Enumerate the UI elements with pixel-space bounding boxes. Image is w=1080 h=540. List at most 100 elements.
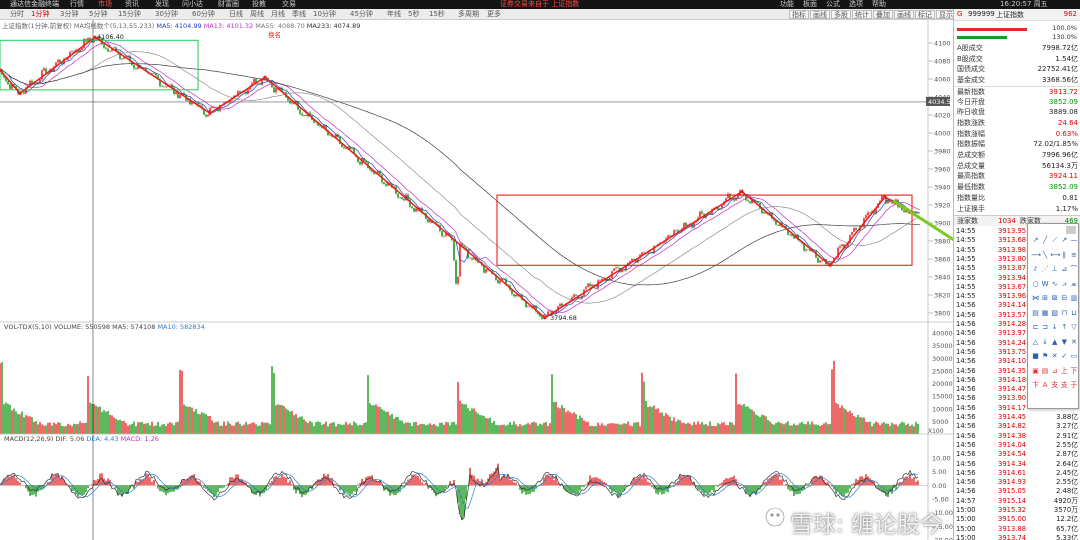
draw-tool-icon[interactable]: ↑ <box>1060 323 1069 332</box>
draw-tool-icon[interactable]: ↓ <box>1041 338 1050 347</box>
draw-tool-icon[interactable]: ⊿ <box>1050 367 1059 376</box>
draw-tool-icon[interactable]: ⩘ <box>1060 280 1069 289</box>
draw-tool-icon[interactable]: ↗ <box>1031 236 1040 245</box>
period-tab[interactable]: 30分钟 <box>153 9 180 19</box>
drawing-toolbox[interactable]: ↗ ╱ ⟋ ↗ — ⟶ ╲ ⟷ ∥ ≡ ⫽ ⋰ ⊥ ⊿ ⌒ ○ W ∿ ⩘ ⩕ ⋈ ⊞ ⊠ ⊟ ▥ ▤ ▦ ▧ ⊓ ⊔ ⊏ ⊐ ↓ ↑ ▽ △ ↓ ▲ ▼ ✕… <box>1027 223 1079 409</box>
draw-tool-icon[interactable]: ╲ <box>1041 251 1050 260</box>
draw-tool-icon[interactable]: 支 <box>1050 381 1059 390</box>
draw-tool-icon[interactable]: ⊿ <box>1060 265 1069 274</box>
menu-item[interactable]: 行情 <box>70 0 84 9</box>
draw-tool-icon[interactable]: ⟶ <box>1031 251 1041 260</box>
draw-tool-icon[interactable]: ▤ <box>1041 367 1050 376</box>
draw-tool-icon[interactable]: A <box>1041 381 1050 390</box>
draw-tool-icon[interactable]: ✕ <box>1069 338 1078 347</box>
draw-tool-icon[interactable]: 于 <box>1069 381 1078 390</box>
draw-tool-icon[interactable]: ⌒ <box>1069 265 1078 274</box>
period-tab[interactable]: 分时 <box>8 9 26 19</box>
draw-tool-icon[interactable]: 支 <box>1060 381 1069 390</box>
draw-tool-icon[interactable]: ⊔ <box>1069 309 1078 318</box>
period-tab[interactable]: 月线 <box>269 9 287 19</box>
period-tab[interactable]: 15分钟 <box>116 9 143 19</box>
draw-tool-icon[interactable]: ⫽ <box>1031 265 1040 274</box>
toolbar-button[interactable]: 叠加 <box>873 10 893 19</box>
draw-tool-icon[interactable]: ▭ <box>1069 352 1078 361</box>
draw-tool-icon[interactable]: ⋰ <box>1041 265 1050 274</box>
menu-item[interactable]: 投教 <box>252 0 266 9</box>
menu-item[interactable]: 发现 <box>155 0 169 9</box>
draw-tool-icon[interactable]: W <box>1041 280 1050 289</box>
menu-item[interactable]: 板面 <box>803 0 817 9</box>
period-tab[interactable]: 年线 <box>385 9 403 19</box>
draw-tool-icon[interactable]: ▲ <box>1050 338 1059 347</box>
draw-tool-icon[interactable]: ▦ <box>1041 309 1050 318</box>
menu-item[interactable]: 问小达 <box>182 0 203 9</box>
draw-tool-icon[interactable]: ⊥ <box>1050 265 1059 274</box>
draw-tool-icon[interactable]: ⊠ <box>1050 294 1059 303</box>
tick-time: 14:56 <box>956 338 976 347</box>
kline-chart[interactable]: 上证指数(1分钟,前复权) MA均线数个(5,13,55,233) MA5: 4… <box>0 20 953 540</box>
menu-item[interactable]: 功能 <box>780 0 794 9</box>
draw-tool-icon[interactable]: △ <box>1031 338 1040 347</box>
toolbar-button[interactable]: 指标 <box>789 10 809 19</box>
toolbar-button[interactable]: 统计 <box>852 10 872 19</box>
draw-tool-icon[interactable]: ⚑ <box>1041 352 1050 361</box>
period-tab[interactable]: 10分钟 <box>311 9 338 19</box>
menu-item[interactable]: 财富圈 <box>218 0 239 9</box>
period-tab[interactable]: 3分钟 <box>58 9 80 19</box>
draw-tool-icon[interactable]: ⋈ <box>1031 294 1040 303</box>
draw-tool-icon[interactable]: ✓ <box>1060 352 1069 361</box>
draw-tool-icon[interactable]: ↗ <box>1060 236 1069 245</box>
draw-tool-icon[interactable]: 上 <box>1060 367 1069 376</box>
candle-body <box>579 298 581 300</box>
draw-tool-icon[interactable]: ▽ <box>1069 323 1078 332</box>
menu-item[interactable]: 市场 <box>98 0 112 9</box>
draw-tool-icon[interactable]: ■ <box>1031 352 1040 361</box>
draw-tool-icon[interactable]: ⟷ <box>1050 251 1060 260</box>
toolbar-button[interactable]: 标记 <box>915 10 935 19</box>
draw-tool-icon[interactable]: ≡ <box>1069 251 1078 260</box>
draw-tool-icon[interactable]: 下 <box>1069 367 1078 376</box>
draw-tool-icon[interactable]: ∿ <box>1050 280 1059 289</box>
draw-tool-icon[interactable]: ╱ <box>1041 236 1050 245</box>
period-tab[interactable]: 多周期 <box>456 9 481 19</box>
toolbar-button[interactable]: 画线 <box>894 10 914 19</box>
draw-tool-icon[interactable]: ⊞ <box>1041 294 1050 303</box>
draw-tool-icon[interactable]: ⊐ <box>1041 323 1050 332</box>
period-tab[interactable]: 5分钟 <box>87 9 109 19</box>
period-tab[interactable]: 5秒 <box>406 9 421 19</box>
draw-tool-icon[interactable]: ▧ <box>1050 309 1059 318</box>
draw-tool-icon[interactable]: — <box>1069 236 1078 245</box>
toolbar-button[interactable]: 画线 <box>810 10 830 19</box>
menu-item[interactable]: 帮助 <box>872 0 886 9</box>
draw-tool-icon[interactable]: ⊟ <box>1060 294 1069 303</box>
draw-tool-icon[interactable]: ▥ <box>1069 294 1078 303</box>
draw-tool-icon[interactable]: ↓ <box>1050 323 1059 332</box>
draw-tool-icon[interactable]: ⊓ <box>1060 309 1069 318</box>
menu-item[interactable]: 交易 <box>282 0 296 9</box>
draw-tool-icon[interactable]: ▣ <box>1031 367 1040 376</box>
draw-tool-icon[interactable]: ⊏ <box>1031 323 1040 332</box>
menu-item[interactable]: 选项 <box>849 0 863 9</box>
draw-tool-icon[interactable]: ▼ <box>1060 338 1069 347</box>
period-tab[interactable]: 更多 <box>485 9 503 19</box>
period-tab[interactable]: 季线 <box>290 9 308 19</box>
draw-tool-icon[interactable]: ⩕ <box>1069 280 1078 289</box>
draw-tool-icon[interactable]: ▤ <box>1031 309 1040 318</box>
draw-tool-icon[interactable]: ∥ <box>1060 251 1069 260</box>
period-tab[interactable]: 1分钟 <box>29 9 51 19</box>
candle-body <box>867 212 869 216</box>
draw-tool-icon[interactable]: ○ <box>1031 280 1040 289</box>
period-tab[interactable]: 周线 <box>248 9 266 19</box>
candle-body <box>165 86 167 88</box>
toolbar-button[interactable]: 多股 <box>831 10 851 19</box>
period-tab[interactable]: 日线 <box>227 9 245 19</box>
period-tab[interactable]: 45分钟 <box>348 9 375 19</box>
period-tab[interactable]: 60分钟 <box>190 9 217 19</box>
draw-tool-icon[interactable]: ✕ <box>1050 352 1059 361</box>
draw-tool-icon[interactable]: ⟋ <box>1050 236 1059 245</box>
period-tab[interactable]: 15秒 <box>427 9 447 19</box>
draw-tool-icon[interactable]: 卞 <box>1031 381 1040 390</box>
tick-price: 3914.93 <box>998 478 1027 487</box>
menu-item[interactable]: 公式 <box>826 0 840 9</box>
menu-item[interactable]: 资讯 <box>125 0 139 9</box>
